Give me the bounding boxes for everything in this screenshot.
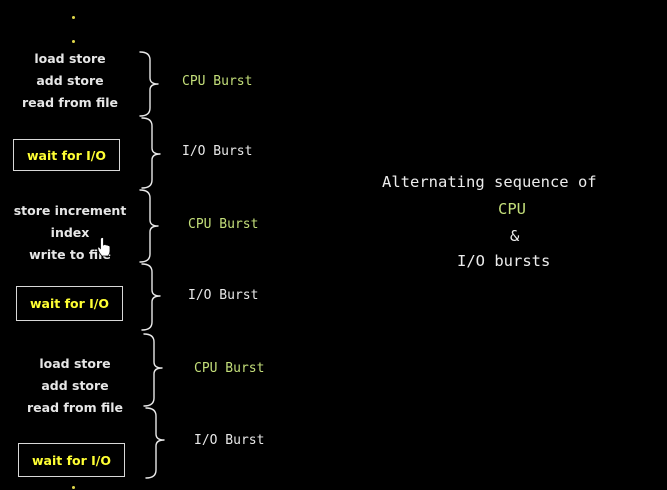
brace-io-3 xyxy=(145,407,165,479)
heading-line-io: I/O bursts xyxy=(457,252,551,270)
heading-line-1: Alternating sequence of xyxy=(382,173,597,191)
brace-cpu-1 xyxy=(139,51,159,117)
heading-line-cpu: CPU xyxy=(498,200,526,218)
heading-line-ampersand: & xyxy=(510,227,520,245)
brace-io-1 xyxy=(141,117,161,189)
brace-io-2 xyxy=(141,263,161,331)
hand-pointer-icon xyxy=(97,237,111,257)
slide: load store add store read from file CPU … xyxy=(0,0,667,490)
brace-cpu-2 xyxy=(139,189,159,263)
brace-cpu-3 xyxy=(143,333,163,407)
